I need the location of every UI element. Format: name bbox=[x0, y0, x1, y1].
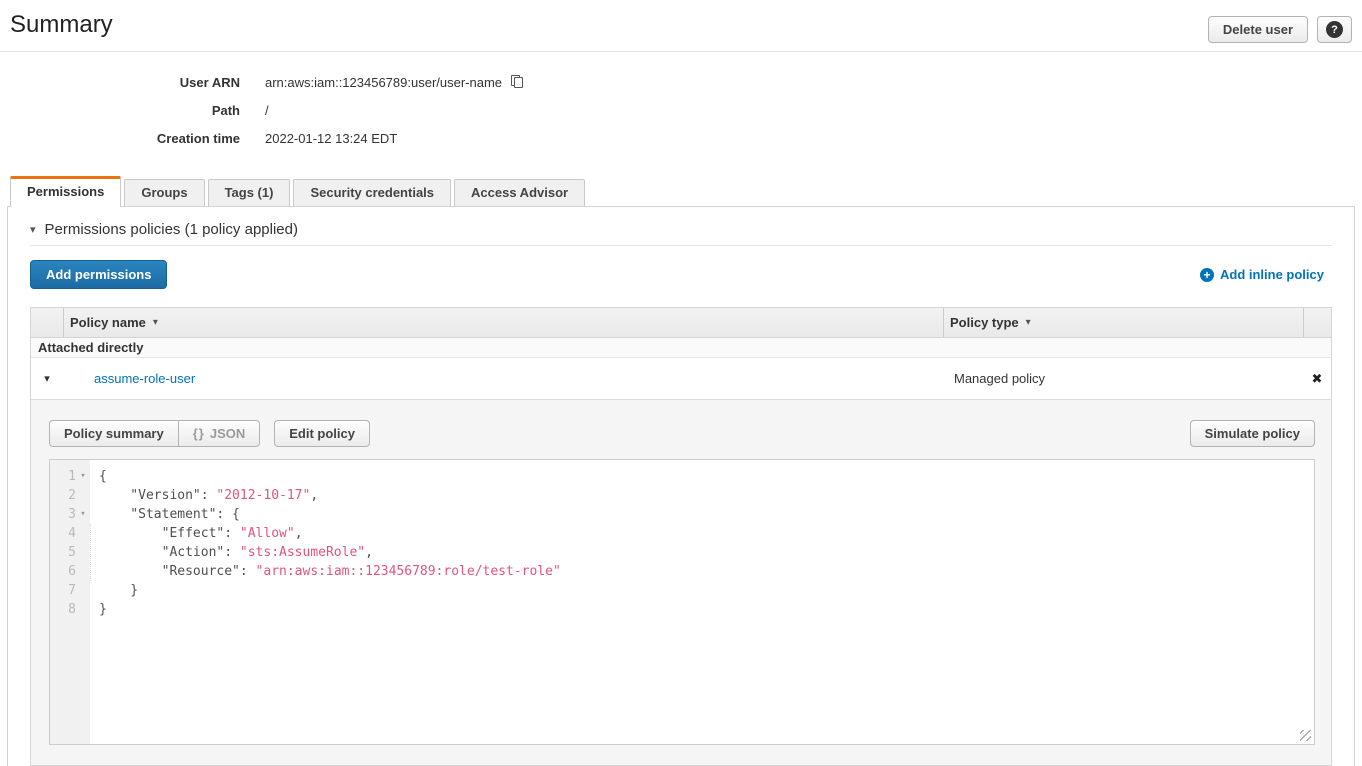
edit-policy-button[interactable]: Edit policy bbox=[274, 420, 370, 447]
section-divider bbox=[30, 245, 1332, 246]
permissions-policies-title: Permissions policies (1 policy applied) bbox=[45, 221, 298, 238]
add-inline-policy-label: Add inline policy bbox=[1220, 267, 1324, 282]
policy-table-row: ▾ assume-role-user Managed policy ✖ bbox=[31, 358, 1331, 400]
sort-caret-icon: ▾ bbox=[1026, 317, 1031, 328]
code-line: "Version": "2012-10-17", bbox=[99, 486, 561, 505]
path-label: Path bbox=[0, 103, 240, 118]
user-arn-label: User ARN bbox=[0, 75, 240, 90]
code-line: } bbox=[99, 581, 561, 600]
help-button[interactable]: ? bbox=[1317, 16, 1352, 43]
braces-icon: {} bbox=[193, 426, 205, 441]
indent-guide bbox=[90, 524, 91, 581]
simulate-policy-button[interactable]: Simulate policy bbox=[1190, 420, 1315, 447]
chevron-down-icon: ▾ bbox=[30, 223, 36, 236]
code-line: "Effect": "Allow", bbox=[99, 524, 561, 543]
header-actions: Delete user ? bbox=[1208, 16, 1352, 43]
sort-caret-icon: ▾ bbox=[153, 317, 158, 328]
page-header: Summary Delete user ? bbox=[0, 0, 1362, 43]
code-line: "Action": "sts:AssumeRole", bbox=[99, 543, 561, 562]
policy-table-header: Policy name ▾ Policy type ▾ bbox=[31, 308, 1331, 338]
user-arn-value: arn:aws:iam::123456789:user/user-name bbox=[265, 75, 502, 90]
tab-bar: Permissions Groups Tags (1) Security cre… bbox=[0, 176, 1362, 206]
code-line: { bbox=[99, 467, 561, 486]
tab-tags[interactable]: Tags (1) bbox=[208, 179, 291, 206]
remove-policy-icon[interactable]: ✖ bbox=[1303, 371, 1331, 387]
policy-name-link[interactable]: assume-role-user bbox=[63, 371, 943, 386]
policy-name-column-header[interactable]: Policy name ▾ bbox=[63, 308, 943, 337]
permissions-actions: Add permissions + Add inline policy bbox=[30, 260, 1332, 289]
add-inline-policy-link[interactable]: + Add inline policy bbox=[1200, 267, 1324, 282]
user-arn-row: User ARN arn:aws:iam::123456789:user/use… bbox=[0, 68, 1362, 96]
path-row: Path / bbox=[0, 96, 1362, 124]
help-icon: ? bbox=[1326, 21, 1343, 38]
attached-directly-group-row: Attached directly bbox=[31, 338, 1331, 358]
fold-caret-icon[interactable]: ▾ bbox=[76, 505, 90, 524]
user-details: User ARN arn:aws:iam::123456789:user/use… bbox=[0, 68, 1362, 152]
policy-detail-panel: Policy summary {} JSON Edit policy Simul… bbox=[31, 400, 1331, 765]
code-line: "Resource": "arn:aws:iam::123456789:role… bbox=[99, 562, 561, 581]
copy-icon[interactable] bbox=[511, 75, 523, 89]
editor-resize-handle[interactable] bbox=[1300, 730, 1311, 741]
expander-column-header bbox=[31, 308, 63, 337]
tab-security-credentials[interactable]: Security credentials bbox=[293, 179, 451, 206]
policy-type-column-header[interactable]: Policy type ▾ bbox=[943, 308, 1303, 337]
permissions-policies-section-toggle[interactable]: ▾ Permissions policies (1 policy applied… bbox=[30, 221, 1332, 238]
policy-view-toolbar: Policy summary {} JSON Edit policy Simul… bbox=[49, 420, 1315, 447]
creation-time-label: Creation time bbox=[0, 131, 240, 146]
tab-access-advisor[interactable]: Access Advisor bbox=[454, 179, 585, 206]
delete-user-button[interactable]: Delete user bbox=[1208, 16, 1308, 43]
code-line: } bbox=[99, 600, 561, 619]
policy-json-editor[interactable]: 1▾ 2 3▾ 4 5 6 7 8 { "Version": "2012-10-… bbox=[49, 459, 1315, 745]
tab-permissions[interactable]: Permissions bbox=[10, 176, 121, 207]
plus-icon: + bbox=[1200, 268, 1214, 282]
creation-time-value: 2022-01-12 13:24 EDT bbox=[265, 131, 397, 146]
code-line: "Statement": { bbox=[99, 505, 561, 524]
policy-view-switch: Policy summary {} JSON bbox=[49, 420, 260, 447]
remove-column-header bbox=[1303, 308, 1331, 337]
policy-type-cell: Managed policy bbox=[943, 371, 1303, 386]
row-expander-caret-icon[interactable]: ▾ bbox=[31, 372, 63, 385]
creation-time-row: Creation time 2022-01-12 13:24 EDT bbox=[0, 124, 1362, 152]
json-view-button[interactable]: {} JSON bbox=[178, 420, 261, 447]
fold-caret-icon[interactable]: ▾ bbox=[76, 467, 90, 486]
add-permissions-button[interactable]: Add permissions bbox=[30, 260, 167, 289]
page-title: Summary bbox=[10, 10, 113, 40]
editor-code[interactable]: { "Version": "2012-10-17", "Statement": … bbox=[90, 460, 561, 744]
editor-line-numbers: 1▾ 2 3▾ 4 5 6 7 8 bbox=[50, 460, 90, 744]
tab-groups[interactable]: Groups bbox=[124, 179, 204, 206]
policy-table: Policy name ▾ Policy type ▾ Attached dir… bbox=[30, 307, 1332, 766]
path-value: / bbox=[265, 103, 269, 118]
header-divider bbox=[0, 51, 1362, 52]
permissions-tab-panel: ▾ Permissions policies (1 policy applied… bbox=[7, 206, 1355, 766]
policy-summary-button[interactable]: Policy summary bbox=[49, 420, 179, 447]
